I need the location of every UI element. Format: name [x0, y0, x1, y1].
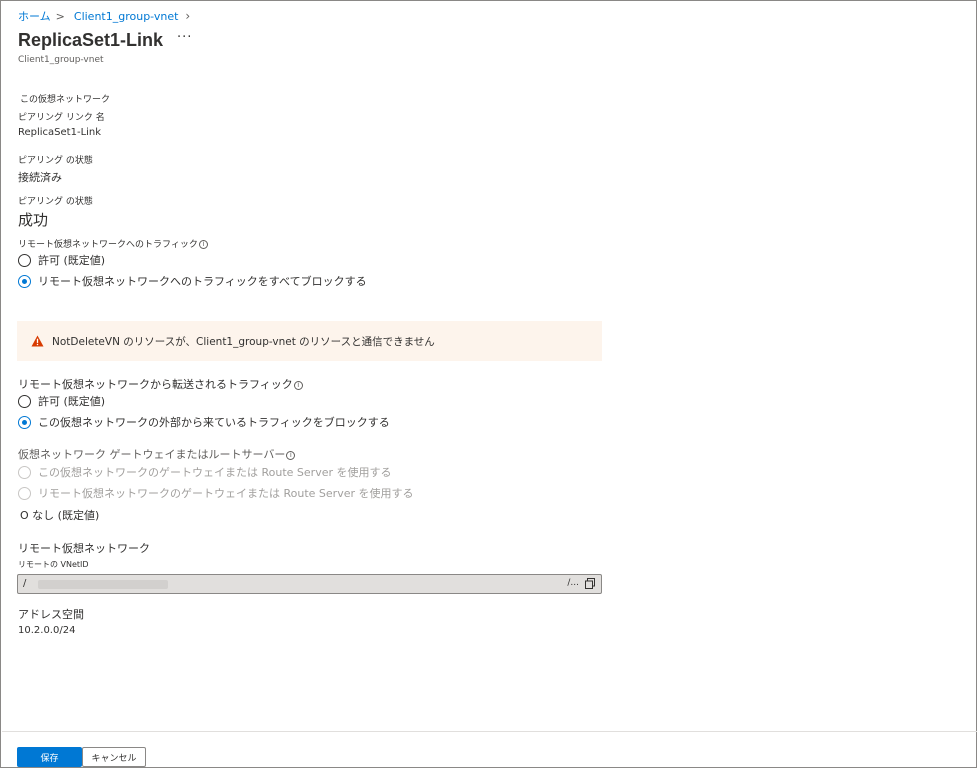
warning-icon	[31, 335, 44, 347]
footer-divider	[2, 731, 977, 732]
traffic-to-remote-label-text: リモート仮想ネットワークへのトラフィック	[18, 240, 198, 250]
remote-vnet-id-value: /	[23, 578, 27, 589]
address-space-value: 10.2.0.0/24	[18, 625, 76, 636]
page-title: ReplicaSet1-Link	[18, 30, 164, 50]
radio-label: リモート仮想ネットワークへのトラフィックをすべてブロックする	[38, 275, 367, 288]
radio-label: 許可 (既定値)	[38, 395, 106, 408]
radio-label: 許可 (既定値)	[38, 254, 106, 267]
redacted-value	[38, 580, 168, 589]
forwarded-traffic-label-text: リモート仮想ネットワークから転送されるトラフィック	[18, 378, 293, 391]
chevron-right-icon: ›	[185, 9, 191, 23]
warning-text: NotDeleteVN のリソースが、Client1_group-vnet のリ…	[52, 335, 435, 348]
page-subtitle: Client1_group-vnet	[18, 55, 104, 65]
breadcrumb-vnet-link[interactable]: Client1_group-vnet	[74, 10, 179, 23]
peering-link-panel: ホーム > Client1_group-vnet › ReplicaSet1-L…	[0, 0, 977, 768]
info-icon[interactable]: i	[198, 240, 208, 249]
radio-button[interactable]	[18, 394, 31, 408]
breadcrumb-separator: >	[55, 9, 65, 23]
peering-state-value: 成功	[18, 211, 49, 229]
more-options-button[interactable]: ···	[177, 30, 192, 45]
gateway-use-remote-option: リモート仮想ネットワークのゲートウェイまたは Route Server を使用す…	[18, 485, 414, 501]
gateway-label-text: 仮想ネットワーク ゲートウェイまたはルートサーバー	[18, 448, 286, 461]
radio-button-disabled	[18, 465, 31, 479]
remote-vnet-section-label: リモート仮想ネットワーク	[18, 542, 150, 555]
breadcrumb-home-link[interactable]: ホーム	[18, 8, 51, 24]
remote-vnet-id-field: / /...	[17, 574, 602, 594]
warning-banner: NotDeleteVN のリソースが、Client1_group-vnet のリ…	[17, 321, 602, 361]
peering-state-label: ピアリング の状態	[18, 197, 93, 207]
traffic-to-remote-allow-option[interactable]: 許可 (既定値)	[18, 252, 105, 268]
peering-link-name-value: ReplicaSet1-Link	[18, 127, 102, 138]
radio-button[interactable]	[18, 253, 31, 267]
radio-button-checked[interactable]	[18, 415, 31, 429]
info-icon[interactable]: i	[286, 450, 296, 460]
forwarded-traffic-block-option[interactable]: この仮想ネットワークの外部から来ているトラフィックをブロックする	[18, 414, 390, 430]
radio-button-checked[interactable]	[18, 274, 31, 288]
peering-status-value: 接続済み	[18, 171, 62, 184]
radio-label: この仮想ネットワークの外部から来ているトラフィックをブロックする	[38, 416, 390, 429]
remote-vnet-id-label: リモートの VNetID	[18, 560, 89, 569]
radio-label: リモート仮想ネットワークのゲートウェイまたは Route Server を使用す…	[38, 487, 414, 500]
copy-icon[interactable]	[585, 578, 595, 589]
gateway-label: 仮想ネットワーク ゲートウェイまたはルートサーバー i	[18, 446, 296, 462]
info-icon[interactable]: i	[293, 380, 303, 390]
this-vnet-section-label: この仮想ネットワーク	[20, 95, 111, 105]
traffic-to-remote-label: リモート仮想ネットワークへのトラフィック i	[18, 237, 208, 250]
edit-icon[interactable]: /...	[567, 578, 579, 588]
save-button[interactable]: 保存	[17, 747, 82, 767]
cancel-button[interactable]: キャンセル	[82, 747, 146, 767]
radio-button-disabled	[18, 486, 31, 500]
address-space-label: アドレス空間	[18, 608, 84, 621]
forwarded-traffic-label: リモート仮想ネットワークから転送されるトラフィック i	[18, 376, 303, 392]
radio-label: この仮想ネットワークのゲートウェイまたは Route Server を使用する	[38, 466, 392, 479]
traffic-to-remote-block-option[interactable]: リモート仮想ネットワークへのトラフィックをすべてブロックする	[18, 273, 367, 289]
gateway-none-option[interactable]: O なし (既定値)	[20, 507, 99, 523]
forwarded-traffic-allow-option[interactable]: 許可 (既定値)	[18, 393, 105, 409]
breadcrumb: ホーム > Client1_group-vnet ›	[18, 8, 190, 24]
peering-status-label: ピアリング の状態	[18, 156, 93, 166]
gateway-use-local-option: この仮想ネットワークのゲートウェイまたは Route Server を使用する	[18, 464, 392, 480]
peering-link-name-label: ピアリング リンク 名	[18, 113, 105, 123]
